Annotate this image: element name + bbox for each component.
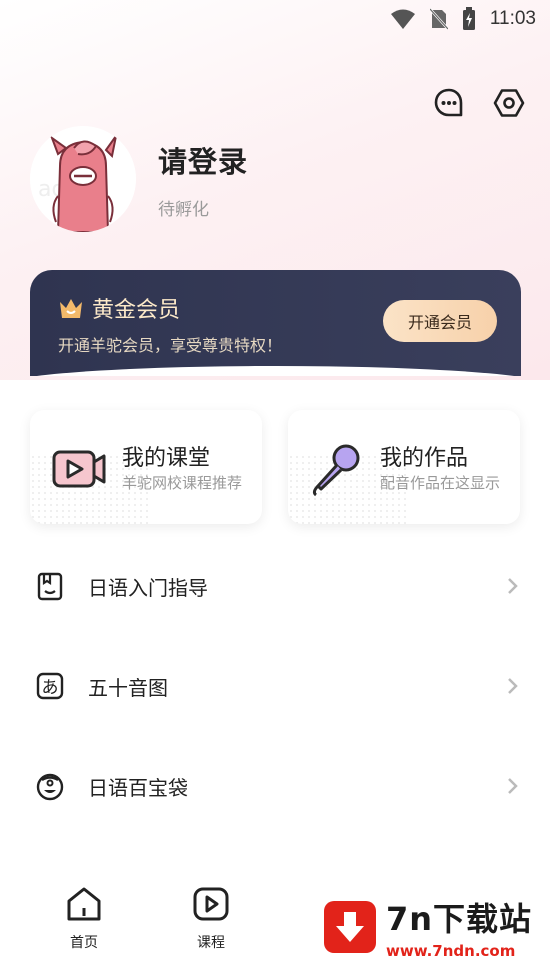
battery-icon <box>462 7 476 31</box>
my-works-title: 我的作品 <box>380 446 469 471</box>
menu-label: 五十音图 <box>88 675 168 700</box>
tab-home-label: 首页 <box>70 935 98 951</box>
vip-subtitle: 开通羊驼会员，享受尊贵特权！ <box>58 336 283 355</box>
tab-course[interactable]: 课程 <box>181 886 241 952</box>
watermark-url: www.7ndn.com <box>386 941 516 960</box>
profile-status: 待孵化 <box>158 199 209 220</box>
kana-a-icon: あ <box>34 670 66 702</box>
open-vip-button[interactable]: 开通会员 <box>383 300 497 342</box>
watermark-name: 7n下载站 <box>386 899 533 938</box>
site-watermark: 7n下载站 www.7ndn.com <box>306 876 550 977</box>
smile-bag-icon <box>34 770 66 802</box>
login-title[interactable]: 请登录 <box>158 139 248 181</box>
download-arrow-icon <box>324 900 376 953</box>
chat-bubble-icon <box>434 88 463 117</box>
menu-item-gojuon[interactable]: あ 五十音图 <box>0 636 550 736</box>
vip-title: 黄金会员 <box>92 298 181 323</box>
chevron-right-icon <box>508 578 518 594</box>
menu-list: 日语入门指导 あ 五十音图 日语百宝袋 <box>0 536 550 836</box>
book-icon <box>34 570 66 602</box>
my-classroom-card[interactable]: 我的课堂 羊驼网校课程推荐 <box>30 410 262 524</box>
feature-cards: 我的课堂 羊驼网校课程推荐 我的作品 配音作品在这显示 <box>30 410 520 524</box>
vip-card[interactable]: 黄金会员 开通羊驼会员，享受尊贵特权！ 开通会员 <box>30 270 521 376</box>
chevron-right-icon <box>508 678 518 694</box>
avatar[interactable]: ao <box>30 126 136 232</box>
tab-course-label: 课程 <box>197 935 225 951</box>
my-classroom-subtitle: 羊驼网校课程推荐 <box>122 474 243 492</box>
menu-label: 日语百宝袋 <box>88 775 188 800</box>
message-button[interactable] <box>432 86 466 120</box>
status-time: 11:03 <box>489 8 536 29</box>
crown-icon <box>60 299 82 318</box>
top-actions <box>432 86 526 120</box>
menu-item-treasure-bag[interactable]: 日语百宝袋 <box>0 736 550 836</box>
my-works-card[interactable]: 我的作品 配音作品在这显示 <box>288 410 520 524</box>
microphone-icon <box>312 444 360 497</box>
menu-item-japanese-intro[interactable]: 日语入门指导 <box>0 536 550 636</box>
status-bar: 11:03 <box>0 0 550 38</box>
alpaca-avatar-icon: ao <box>30 126 136 232</box>
profile-section[interactable]: ao 请登录 待孵化 <box>30 126 248 232</box>
menu-label: 日语入门指导 <box>88 575 208 600</box>
wifi-icon <box>390 8 416 30</box>
svg-text:あ: あ <box>42 678 59 698</box>
no-sim-icon <box>429 8 448 30</box>
my-classroom-title: 我的课堂 <box>122 446 211 471</box>
course-play-icon <box>193 887 229 921</box>
tab-home[interactable]: 首页 <box>54 886 114 952</box>
settings-button[interactable] <box>492 86 526 120</box>
video-play-icon <box>52 450 106 488</box>
home-icon <box>67 887 101 921</box>
hex-settings-icon <box>493 89 525 117</box>
my-works-subtitle: 配音作品在这显示 <box>380 474 501 492</box>
chevron-right-icon <box>508 778 518 794</box>
